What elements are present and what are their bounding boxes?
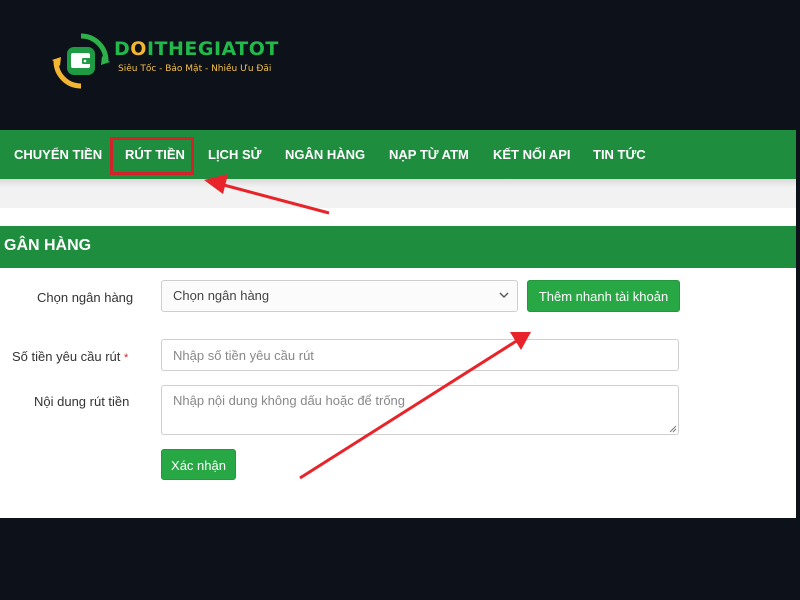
wallet-logo-icon	[52, 33, 110, 89]
chevron-down-icon	[499, 292, 509, 298]
bank-label: Chọn ngân hàng	[37, 290, 134, 305]
nav-item-lich-su[interactable]: LỊCH SỬ	[208, 147, 261, 162]
section-title: GÂN HÀNG	[0, 226, 796, 268]
quick-add-account-button[interactable]: Thêm nhanh tài khoản	[527, 280, 680, 312]
confirm-button[interactable]: Xác nhận	[161, 449, 236, 480]
bank-select[interactable]: Chọn ngân hàng	[161, 280, 518, 312]
nav-item-ket-noi-api[interactable]: KẾT NỐI API	[493, 147, 571, 162]
withdraw-form-card: GÂN HÀNG Chọn ngân hàng Chọn ngân hàng T…	[0, 208, 796, 518]
resize-grip-icon[interactable]	[669, 425, 677, 433]
nav-item-chuyen-tien[interactable]: CHUYỂN TIỀN	[14, 147, 102, 162]
required-mark: *	[124, 352, 129, 364]
content-label: Nội dung rút tiền	[34, 394, 130, 409]
nav-shadow	[0, 179, 796, 187]
nav-item-tin-tuc[interactable]: TIN TỨC	[593, 147, 646, 162]
amount-input[interactable]	[161, 339, 679, 371]
nav-item-ngan-hang[interactable]: NGÂN HÀNG	[285, 147, 365, 162]
brand-tagline: Siêu Tốc - Bảo Mật - Nhiều Ưu Đãi	[118, 64, 272, 74]
stage: DOITHEGIATOT Siêu Tốc - Bảo Mật - Nhiều …	[0, 0, 800, 600]
content-textarea-wrap	[161, 385, 679, 435]
main-navbar: CHUYỂN TIỀN RÚT TIỀN LỊCH SỬ NGÂN HÀNG N…	[0, 130, 796, 179]
content-textarea[interactable]	[161, 385, 679, 435]
brand-name: DOITHEGIATOT	[114, 38, 279, 60]
amount-label: Số tiền yêu cầu rút *	[12, 349, 129, 364]
bank-select-value: Chọn ngân hàng	[173, 288, 270, 303]
nav-item-nap-tu-atm[interactable]: NẠP TỪ ATM	[389, 147, 469, 162]
nav-highlight-box	[110, 137, 194, 175]
brand-logo: DOITHEGIATOT Siêu Tốc - Bảo Mật - Nhiều …	[52, 32, 282, 92]
screenshot-panel: CHUYỂN TIỀN RÚT TIỀN LỊCH SỬ NGÂN HÀNG N…	[0, 130, 796, 518]
